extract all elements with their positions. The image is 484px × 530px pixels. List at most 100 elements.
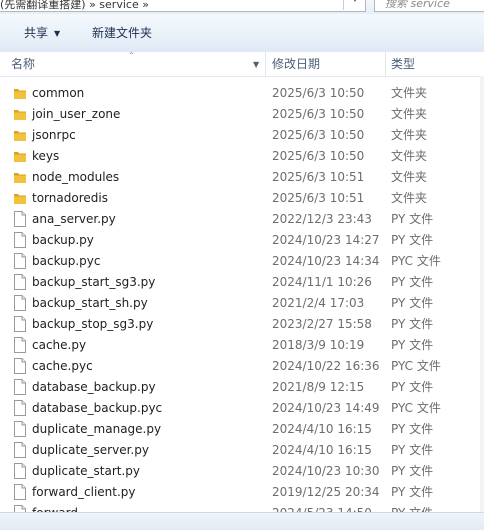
file-modified-date: 2025/6/3 10:51 (272, 170, 365, 184)
address-input[interactable]: (先需翻译重搭建) » service » (0, 0, 366, 12)
column-divider[interactable] (265, 52, 266, 76)
file-modified-date: 2024/10/23 14:27 (272, 233, 380, 247)
file-name: cache.pyc (32, 359, 93, 373)
file-modified-date: 2024/4/10 16:15 (272, 422, 372, 436)
share-button[interactable]: 共享 ▼ (24, 24, 60, 42)
chevron-down-icon: ▼ (54, 29, 61, 38)
file-row[interactable]: backup.py 2024/10/23 14:27 PY 文件 (0, 230, 484, 251)
file-modified-date: 2025/6/3 10:50 (272, 86, 365, 100)
file-row[interactable]: backup_start_sg3.py 2024/11/1 10:26 PY 文件 (0, 272, 484, 293)
file-type: PYC 文件 (391, 401, 441, 415)
file-icon (13, 442, 27, 458)
file-name: backup.py (32, 233, 94, 247)
file-name: database_backup.py (32, 380, 156, 394)
file-modified-date: 2021/2/4 17:03 (272, 296, 365, 310)
file-icon (13, 232, 27, 248)
file-type: 文件夹 (391, 128, 428, 142)
file-type: 文件夹 (391, 170, 428, 184)
sort-ascending-icon: ⌃ (128, 51, 135, 60)
file-name: backup_stop_sg3.py (32, 317, 154, 331)
file-icon (13, 253, 27, 269)
file-name: join_user_zone (32, 107, 121, 121)
file-row[interactable]: cache.pyc 2024/10/22 16:36 PYC 文件 (0, 356, 484, 377)
file-type: 文件夹 (391, 149, 428, 163)
folder-icon (13, 106, 27, 122)
file-icon (13, 358, 27, 374)
file-name: tornadoredis (32, 191, 108, 205)
file-type: 文件夹 (391, 191, 428, 205)
file-modified-date: 2021/8/9 12:15 (272, 380, 365, 394)
file-name: node_modules (32, 170, 120, 184)
file-icon (13, 463, 27, 479)
status-bar (0, 512, 484, 530)
file-modified-date: 2023/2/27 15:58 (272, 317, 372, 331)
file-row[interactable]: backup_stop_sg3.py 2023/2/27 15:58 PY 文件 (0, 314, 484, 335)
file-type: PY 文件 (391, 380, 434, 394)
file-modified-date: 2025/6/3 10:50 (272, 128, 365, 142)
file-row[interactable]: forward_client.py 2019/12/25 20:34 PY 文件 (0, 482, 484, 503)
file-row[interactable]: duplicate_manage.py 2024/4/10 16:15 PY 文件 (0, 419, 484, 440)
file-row[interactable]: database_backup.py 2021/8/9 12:15 PY 文件 (0, 377, 484, 398)
file-row[interactable]: backup_start_sh.py 2021/2/4 17:03 PY 文件 (0, 293, 484, 314)
file-type: PY 文件 (391, 443, 434, 457)
file-icon (13, 211, 27, 227)
command-toolbar: 共享 ▼ 新建文件夹 (0, 14, 484, 53)
file-name: backup.pyc (32, 254, 101, 268)
file-modified-date: 2025/6/3 10:50 (272, 149, 365, 163)
file-name: ana_server.py (32, 212, 116, 226)
column-divider[interactable] (385, 52, 386, 76)
new-folder-button[interactable]: 新建文件夹 (92, 24, 152, 42)
file-icon (13, 400, 27, 416)
file-type: PY 文件 (391, 275, 434, 289)
file-name: keys (32, 149, 60, 163)
search-input[interactable]: 搜索 service (374, 0, 484, 12)
file-row[interactable]: join_user_zone 2025/6/3 10:50 文件夹 (0, 104, 484, 125)
file-name: duplicate_start.py (32, 464, 141, 478)
file-modified-date: 2022/12/3 23:43 (272, 212, 372, 226)
file-row[interactable]: duplicate_server.py 2024/4/10 16:15 PY 文件 (0, 440, 484, 461)
column-header-date[interactable]: 修改日期 (272, 52, 320, 76)
column-header-name[interactable]: 名称 (11, 52, 35, 76)
file-type: PY 文件 (391, 296, 434, 310)
file-name: duplicate_server.py (32, 443, 149, 457)
file-type: 文件夹 (391, 107, 428, 121)
file-row[interactable]: node_modules 2025/6/3 10:51 文件夹 (0, 167, 484, 188)
file-type: PY 文件 (391, 338, 434, 352)
file-row[interactable]: ana_server.py 2022/12/3 23:43 PY 文件 (0, 209, 484, 230)
explorer-window: (先需翻译重搭建) » service » ▾ 搜索 service 共享 ▼ 新… (0, 0, 484, 530)
file-list: common 2025/6/3 10:50 文件夹 join_user_zone 202… (0, 83, 484, 524)
file-row[interactable]: common 2025/6/3 10:50 文件夹 (0, 83, 484, 104)
file-row[interactable]: keys 2025/6/3 10:50 文件夹 (0, 146, 484, 167)
column-header-type[interactable]: 类型 (391, 52, 415, 76)
file-modified-date: 2025/6/3 10:51 (272, 191, 365, 205)
address-dropdown-icon[interactable]: ▾ (343, 0, 366, 10)
file-name: common (32, 86, 85, 100)
file-type: PY 文件 (391, 464, 434, 478)
file-type: PY 文件 (391, 212, 434, 226)
file-row[interactable]: duplicate_start.py 2024/10/23 10:30 PY 文件 (0, 461, 484, 482)
file-icon (13, 421, 27, 437)
file-row[interactable]: jsonrpc 2025/6/3 10:50 文件夹 (0, 125, 484, 146)
file-icon (13, 295, 27, 311)
address-path: (先需翻译重搭建) » service » (0, 0, 149, 11)
file-row[interactable]: backup.pyc 2024/10/23 14:34 PYC 文件 (0, 251, 484, 272)
file-type: PY 文件 (391, 233, 434, 247)
file-row[interactable]: database_backup.pyc 2024/10/23 14:49 PYC 文… (0, 398, 484, 419)
file-icon (13, 484, 27, 500)
file-icon (13, 337, 27, 353)
file-row[interactable]: cache.py 2018/3/9 10:19 PY 文件 (0, 335, 484, 356)
folder-icon (13, 190, 27, 206)
address-bar-strip: (先需翻译重搭建) » service » ▾ 搜索 service (0, 0, 484, 14)
folder-icon (13, 85, 27, 101)
file-row[interactable]: tornadoredis 2025/6/3 10:51 文件夹 (0, 188, 484, 209)
file-name: backup_start_sh.py (32, 296, 148, 310)
file-modified-date: 2024/10/23 10:30 (272, 464, 380, 478)
file-type: PYC 文件 (391, 359, 441, 373)
folder-icon (13, 169, 27, 185)
column-header-row: ⌃ 名称 ▼ 修改日期 类型 (0, 52, 484, 77)
scrollbar-track[interactable] (480, 76, 484, 530)
file-type: 文件夹 (391, 86, 428, 100)
search-placeholder: 搜索 service (385, 0, 450, 10)
column-filter-chevron-icon[interactable]: ▼ (253, 60, 259, 69)
file-type: PY 文件 (391, 485, 434, 499)
